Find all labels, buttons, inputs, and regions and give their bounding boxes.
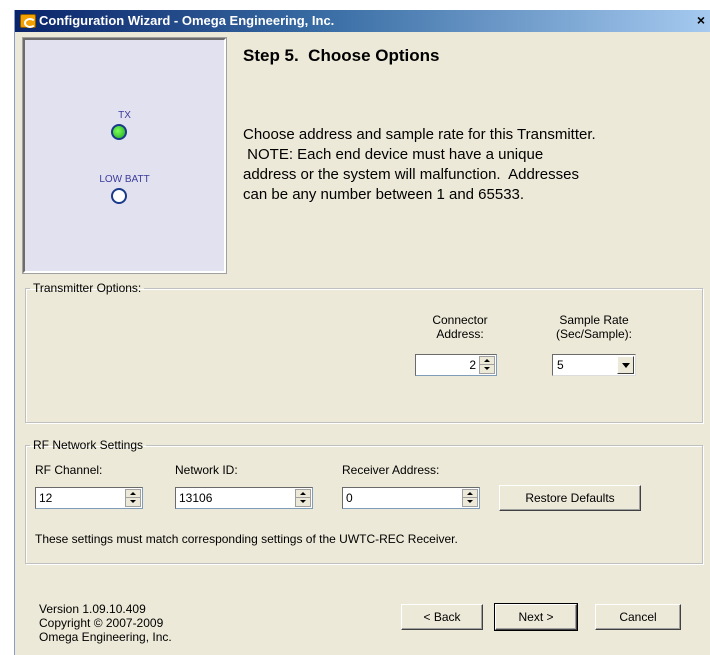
company-text: Omega Engineering, Inc.	[39, 630, 172, 644]
low-batt-led-label: LOW BATT	[99, 174, 150, 185]
spin-down-icon[interactable]	[463, 498, 477, 506]
restore-defaults-button[interactable]: Restore Defaults	[499, 485, 641, 511]
step-title: Step 5. Choose Options	[243, 46, 440, 65]
receiver-address-spin-buttons[interactable]	[462, 489, 478, 507]
back-button[interactable]: < Back	[401, 604, 483, 630]
rf-channel-value: 12	[39, 491, 53, 505]
transmitter-options-group: Transmitter Options:	[25, 281, 703, 423]
description-line: Choose address and sample rate for this …	[243, 126, 596, 143]
network-id-label: Network ID:	[175, 463, 238, 477]
connector-address-label-line1: Connector	[432, 313, 488, 327]
chevron-down-icon[interactable]	[617, 356, 634, 374]
close-button[interactable]: ×	[693, 13, 709, 29]
sample-rate-label-line2: (Sec/Sample):	[555, 327, 633, 341]
version-text: Version 1.09.10.409	[39, 602, 146, 616]
rf-channel-label: RF Channel:	[35, 463, 103, 477]
description-line: can be any number between 1 and 65533.	[243, 186, 525, 203]
window-title: Configuration Wizard - Omega Engineering…	[39, 13, 335, 28]
connector-address-label-line2: Address:	[436, 327, 484, 341]
spin-down-icon[interactable]	[126, 498, 140, 506]
sample-rate-label: Sample Rate (Sec/Sample):	[549, 313, 639, 341]
connector-address-label: Connector Address:	[425, 313, 495, 341]
spin-up-icon[interactable]	[126, 490, 140, 498]
spin-up-icon[interactable]	[296, 490, 310, 498]
receiver-address-stepper[interactable]: 0	[342, 487, 480, 509]
tx-led-icon	[111, 124, 127, 140]
receiver-address-label: Receiver Address:	[342, 463, 440, 477]
network-id-spin-buttons[interactable]	[295, 489, 311, 507]
spin-down-icon[interactable]	[296, 498, 310, 506]
network-id-stepper[interactable]: 13106	[175, 487, 313, 509]
network-id-value: 13106	[179, 491, 213, 505]
connector-address-value: 2	[469, 358, 476, 372]
rf-network-legend: RF Network Settings	[33, 438, 144, 452]
cancel-button[interactable]: Cancel	[595, 604, 681, 630]
version-info: Version 1.09.10.409 Copyright © 2007-200…	[39, 602, 172, 644]
description-line: address or the system will malfunction. …	[243, 166, 579, 183]
omega-app-icon	[20, 14, 36, 28]
copyright-text: Copyright © 2007-2009	[39, 616, 164, 630]
rf-channel-spin-buttons[interactable]	[125, 489, 141, 507]
low-batt-led-icon	[111, 188, 127, 204]
sample-rate-value: 5	[557, 358, 564, 372]
sample-rate-select[interactable]: 5	[552, 354, 636, 376]
rf-settings-note: These settings must match corresponding …	[35, 532, 458, 546]
next-button[interactable]: Next >	[494, 603, 578, 631]
configuration-wizard-window: Configuration Wizard - Omega Engineering…	[14, 10, 710, 655]
spin-up-icon[interactable]	[480, 357, 494, 365]
transmitter-options-legend: Transmitter Options:	[33, 281, 142, 295]
step-description: Choose address and sample rate for this …	[243, 125, 710, 205]
connector-address-stepper[interactable]: 2	[415, 354, 497, 376]
spin-down-icon[interactable]	[480, 365, 494, 373]
rf-channel-stepper[interactable]: 12	[35, 487, 143, 509]
led-status-panel: TX LOW BATT	[22, 37, 227, 274]
receiver-address-value: 0	[346, 491, 353, 505]
spin-up-icon[interactable]	[463, 490, 477, 498]
description-line: NOTE: Each end device must have a unique	[243, 146, 544, 163]
title-bar: Configuration Wizard - Omega Engineering…	[15, 10, 710, 32]
sample-rate-label-line1: Sample Rate	[559, 313, 629, 327]
connector-address-spin-buttons[interactable]	[479, 356, 495, 374]
tx-led-label: TX	[118, 110, 131, 121]
